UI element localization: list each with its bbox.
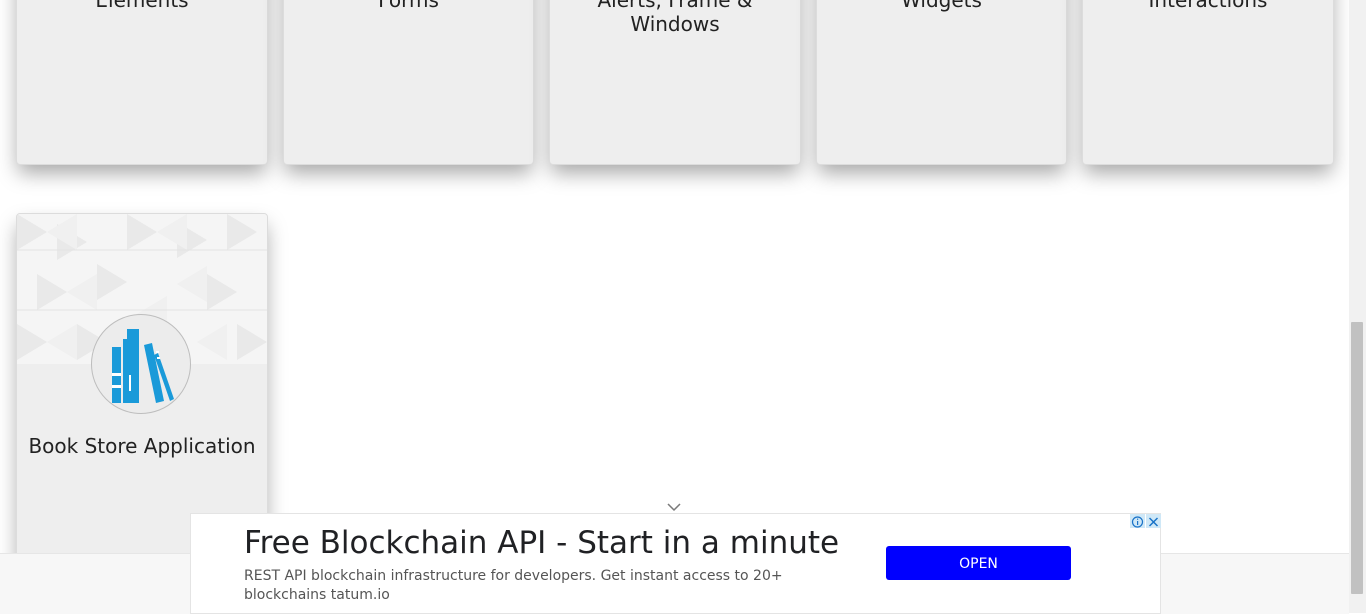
card-title-elements: Elements [95,0,189,12]
card-title-widgets: Widgets [901,0,982,12]
card-title-forms: Forms [378,0,439,12]
vertical-scrollbar[interactable] [1349,0,1366,613]
card-widgets[interactable]: Widgets [816,0,1067,165]
card-elements[interactable]: Elements [16,0,268,165]
ad-banner[interactable]: Free Blockchain API - Start in a minute … [190,513,1161,614]
card-title-interactions: Interactions [1148,0,1268,12]
close-icon[interactable] [1146,514,1161,528]
ad-open-button[interactable]: OPEN [886,546,1071,580]
card-alerts-frame-windows[interactable]: Alerts, Frame & Windows [549,0,801,165]
card-title-book-store: Book Store Application [28,434,256,458]
ad-headline[interactable]: Free Blockchain API - Start in a minute [244,524,839,562]
books-icon [91,314,191,414]
card-forms[interactable]: Forms [283,0,534,165]
card-interactions[interactable]: Interactions [1082,0,1334,165]
scrollbar-thumb[interactable] [1351,322,1363,594]
card-title-alerts-line2: Windows [630,12,720,36]
chevron-down-icon[interactable] [666,498,682,512]
ad-description[interactable]: REST API blockchain infrastructure for d… [244,567,824,605]
info-icon[interactable] [1130,514,1145,528]
